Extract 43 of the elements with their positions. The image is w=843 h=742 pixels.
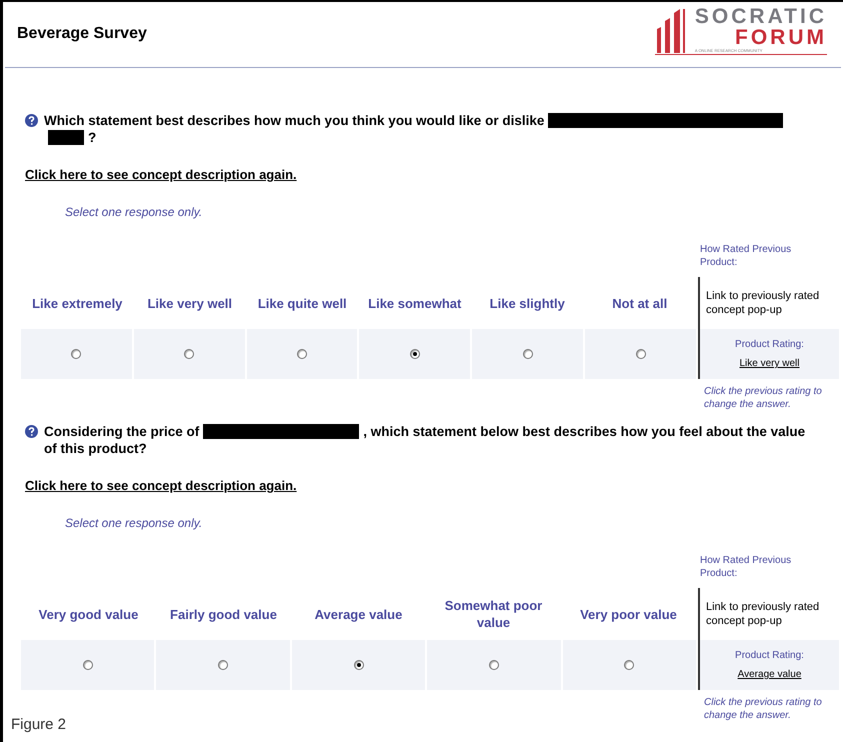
option-label: Average value (314, 606, 402, 622)
option-label: Somewhat poor value (444, 597, 544, 631)
instruction-text: Select one response only. (65, 515, 202, 532)
option-label: Like very well (147, 294, 232, 312)
note-text: Click the previous rating to change the answer. (703, 385, 823, 411)
question-text: Considering the price of , which statement below best describes how you feel about the value of this product? (44, 423, 806, 457)
rating-label: Product Rating: (735, 649, 804, 663)
instruction-text: Select one response only. (65, 204, 202, 221)
note-text: Click the previous rating to change the answer. (703, 696, 823, 722)
radio-button[interactable] (410, 349, 420, 359)
option-label: Like extremely (32, 294, 122, 312)
previous-heading: How Rated Previous Product: (700, 243, 792, 269)
option-label: Like slightly (490, 294, 565, 312)
radio-button[interactable] (354, 660, 364, 670)
help-icon (25, 114, 38, 127)
radio-button[interactable] (297, 349, 308, 359)
radio-button[interactable] (636, 349, 646, 359)
help-icon (25, 425, 38, 438)
rating-link[interactable]: Like very well (739, 356, 800, 371)
rating-link[interactable]: Average value (738, 667, 802, 682)
radio-button[interactable] (218, 660, 228, 670)
option-label: Fairly good value (170, 606, 277, 622)
popup-link[interactable]: Link to previously rated concept pop-up (706, 289, 839, 317)
concept-link[interactable]: Click here to see concept description again. (25, 476, 297, 496)
logo-wordmark: FORUM (735, 27, 827, 48)
radio-button[interactable] (71, 349, 82, 359)
option-label: Like somewhat (368, 294, 462, 312)
question-text: Which statement best describes how much you think you would like or dislike ? (44, 112, 819, 146)
radio-button[interactable] (488, 660, 499, 670)
option-label: Very poor value (580, 606, 677, 622)
radio-button[interactable] (184, 349, 194, 359)
radio-button[interactable] (82, 660, 93, 670)
popup-link[interactable]: Link to previously rated concept pop-up (706, 600, 839, 628)
radio-button[interactable] (522, 349, 533, 359)
logo-wordmark: SOCRATIC (694, 6, 827, 27)
page-title: Beverage Survey (17, 24, 147, 44)
previous-heading: How Rated Previous Product: (700, 554, 792, 580)
option-label: Not at all (612, 294, 668, 312)
option-label: Like quite well (258, 294, 347, 312)
option-label: Very good value (38, 606, 138, 622)
concept-link[interactable]: Click here to see concept description again. (25, 165, 297, 184)
radio-button[interactable] (624, 660, 634, 670)
rating-label: Product Rating: (735, 338, 804, 352)
